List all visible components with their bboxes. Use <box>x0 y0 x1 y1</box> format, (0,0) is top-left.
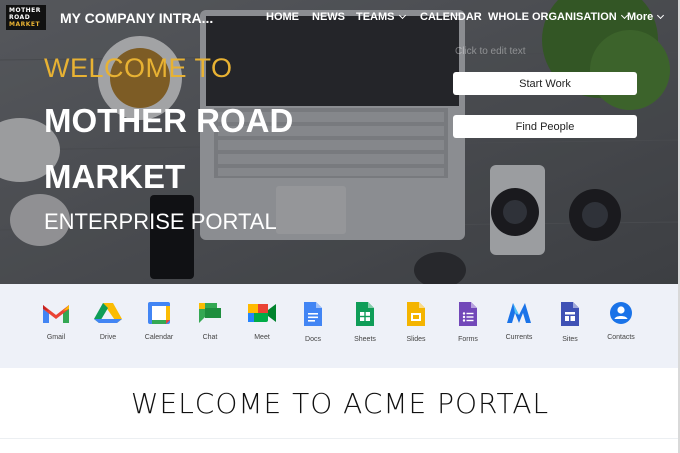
welcome-section: WELCOME TO ACME PORTAL <box>0 368 680 453</box>
chevron-down-icon <box>398 11 406 20</box>
currents-icon <box>507 303 531 323</box>
app-sites[interactable]: Sites <box>542 301 598 343</box>
app-calendar[interactable]: Calendar <box>131 301 187 341</box>
nav-item-label: WHOLE ORGANISATION <box>488 11 617 23</box>
hero-banner: MOTHER ROAD MARKET MY COMPANY INTRA... H… <box>0 0 680 284</box>
logo-line-2: ROAD <box>9 14 31 21</box>
drive-icon <box>94 303 122 323</box>
app-label: Meet <box>254 334 270 341</box>
app-docs[interactable]: Docs <box>285 301 341 343</box>
forms-icon <box>459 302 477 326</box>
hero-subtitle: ENTERPRISE PORTAL <box>44 209 277 234</box>
docs-icon <box>304 302 322 326</box>
nav-item-more[interactable]: More <box>627 11 665 23</box>
start-work-button[interactable]: Start Work <box>453 72 637 95</box>
app-label: Calendar <box>144 334 174 341</box>
nav-item-calendar[interactable]: CALENDAR <box>420 11 482 23</box>
chat-icon <box>199 303 221 323</box>
edit-text-hint[interactable]: Click to edit text <box>455 46 526 57</box>
top-navigation: MOTHER ROAD MARKET MY COMPANY INTRA... H… <box>0 0 680 34</box>
nav-item-label: CALENDAR <box>420 11 482 23</box>
app-contacts[interactable]: Contacts <box>593 301 649 341</box>
app-label: Contacts <box>607 334 635 341</box>
hero-overlay <box>0 0 680 284</box>
gmail-icon <box>43 305 69 323</box>
app-label: Forms <box>458 336 478 343</box>
logo-line-3: MARKET <box>9 21 41 28</box>
site-title[interactable]: MY COMPANY INTRA... <box>60 10 213 26</box>
app-chat[interactable]: Chat <box>182 301 238 341</box>
hero-welcome-text: WELCOME TO <box>44 53 233 83</box>
app-label: Gmail <box>46 334 66 341</box>
app-gmail[interactable]: Gmail <box>28 301 84 341</box>
chevron-down-icon <box>657 11 665 20</box>
section-title: WELCOME TO ACME PORTAL <box>130 387 550 420</box>
app-label: Slides <box>406 336 426 343</box>
app-sheets[interactable]: Sheets <box>337 301 393 343</box>
calendar-icon <box>148 302 170 324</box>
nav-item-label: HOME <box>266 11 299 23</box>
app-meet[interactable]: Meet <box>234 301 290 341</box>
nav-item-label: TEAMS <box>356 11 395 23</box>
app-forms[interactable]: Forms <box>440 301 496 343</box>
app-drive[interactable]: Drive <box>80 301 136 341</box>
find-people-button[interactable]: Find People <box>453 115 637 138</box>
nav-item-news[interactable]: NEWS <box>312 11 345 23</box>
sheets-icon <box>356 302 374 326</box>
nav-item-teams[interactable]: TEAMS <box>356 11 406 23</box>
app-label: Drive <box>99 334 117 341</box>
app-label: Chat <box>202 334 218 341</box>
nav-item-label: NEWS <box>312 11 345 23</box>
app-slides[interactable]: Slides <box>388 301 444 343</box>
meet-icon <box>248 304 276 322</box>
slides-icon <box>407 302 425 326</box>
app-label: Currents <box>505 334 533 341</box>
company-logo[interactable]: MOTHER ROAD MARKET <box>6 5 46 30</box>
divider <box>0 438 680 439</box>
app-label: Sheets <box>354 336 376 343</box>
nav-item-home[interactable]: HOME <box>266 11 299 23</box>
contacts-icon <box>610 302 632 324</box>
nav-item-label: More <box>627 11 654 23</box>
nav-item-whole-organisation[interactable]: WHOLE ORGANISATION <box>488 11 628 23</box>
app-label: Sites <box>562 336 578 343</box>
hero-title-line-2: MARKET <box>44 158 186 195</box>
logo-line-1: MOTHER <box>9 7 41 14</box>
app-currents[interactable]: Currents <box>491 301 547 341</box>
sites-icon <box>561 302 579 326</box>
app-launcher-bar: Gmail Drive Calendar Chat Meet Docs Shee… <box>0 284 680 368</box>
hero-title-line-1: MOTHER ROAD <box>44 102 294 139</box>
app-label: Docs <box>305 336 321 343</box>
